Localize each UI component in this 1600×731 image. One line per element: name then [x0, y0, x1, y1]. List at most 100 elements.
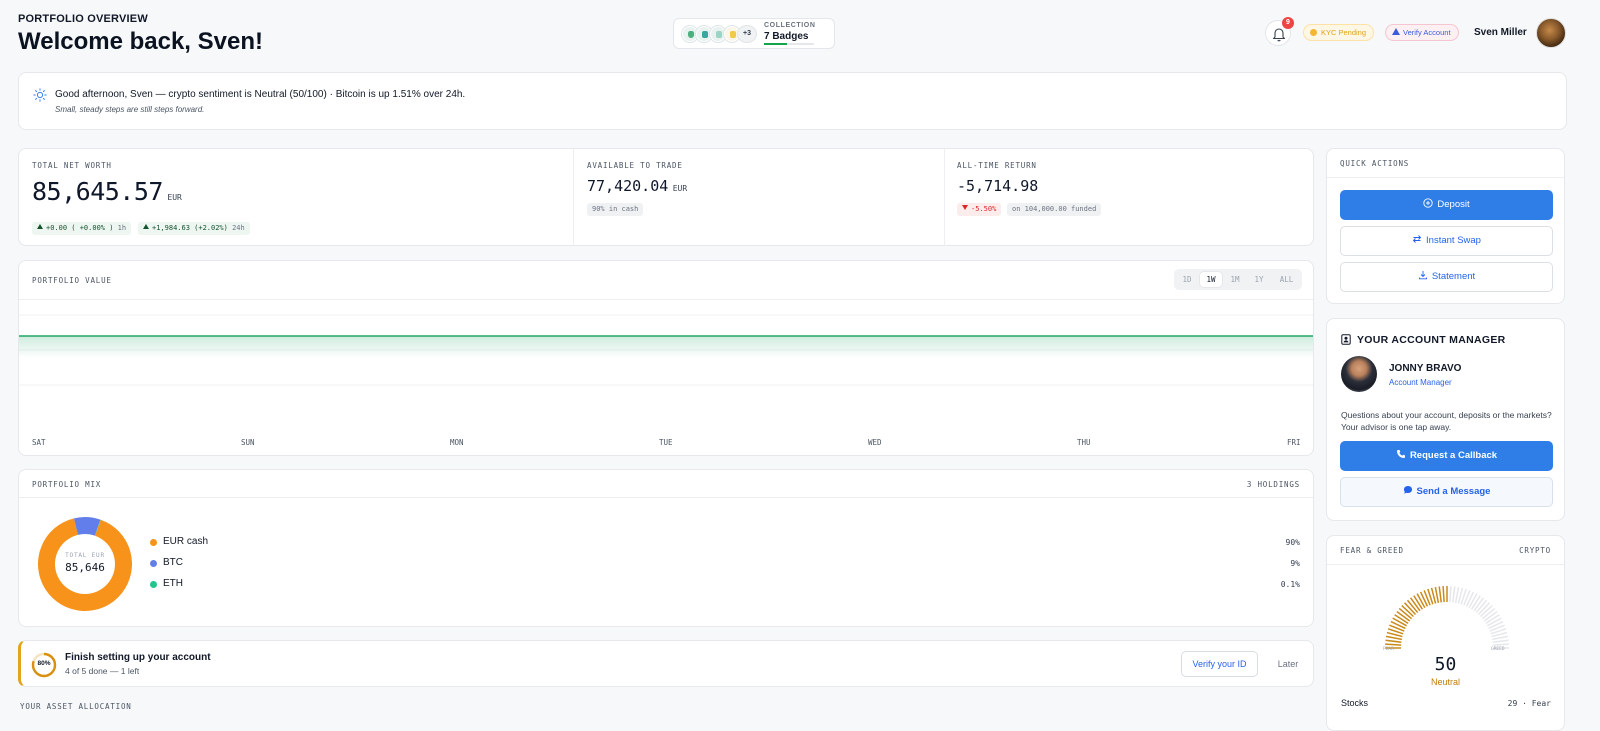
fear-greed-value: 50	[1434, 654, 1457, 675]
gauge-tick	[1454, 586, 1460, 603]
range-selector: 1D 1W 1M 1Y ALL	[1174, 269, 1302, 290]
instant-swap-label: Instant Swap	[1426, 235, 1481, 246]
statement-button[interactable]: Statement	[1340, 262, 1553, 292]
collection-progress	[764, 43, 814, 45]
return-pct-value: -5.50%	[971, 205, 997, 213]
portfolio-mix-label: PORTFOLIO MIX	[32, 480, 102, 489]
up-arrow-icon	[143, 224, 149, 229]
deposit-label: Deposit	[1437, 199, 1470, 210]
kyc-status-label: KYC Pending	[1321, 28, 1367, 37]
plus-circle-icon	[1423, 198, 1434, 208]
net-worth-unit: EUR	[167, 193, 182, 202]
pct-btc: 9%	[1290, 559, 1300, 568]
change-1h-chip: +0.00 ( +0.00% ) 1h	[32, 222, 132, 235]
later-button[interactable]: Later	[1273, 651, 1303, 677]
account-manager-card: YOUR ACCOUNT MANAGER JONNY BRAVO Account…	[1326, 318, 1565, 521]
statement-label: Statement	[1431, 271, 1476, 282]
range-1y[interactable]: 1Y	[1248, 272, 1270, 287]
fear-greed-tag: CRYPTO	[1519, 546, 1551, 555]
range-1m[interactable]: 1M	[1224, 272, 1246, 287]
gauge-tick	[1392, 617, 1408, 627]
available-value: 77,420.04	[587, 177, 669, 195]
available-unit: EUR	[672, 184, 688, 193]
portfolio-value-card: PORTFOLIO VALUE 1D 1W 1M 1Y ALL SAT SUN MO…	[18, 260, 1314, 456]
instant-swap-button[interactable]: Instant Swap	[1340, 226, 1553, 256]
gauge-tick	[1468, 593, 1478, 609]
sun-icon	[33, 88, 47, 102]
range-1w[interactable]: 1W	[1200, 272, 1222, 287]
fear-greed-classification: Neutral	[1430, 677, 1460, 687]
gauge-tick	[1434, 586, 1440, 603]
legend-btc-label: BTC	[163, 557, 183, 568]
donut-center-label: TOTAL EUR	[65, 552, 105, 559]
verify-id-button[interactable]: Verify your ID	[1181, 651, 1258, 677]
quick-actions-card: QUICK ACTIONS Deposit Instant Swap State…	[1326, 148, 1565, 304]
btc-dot-icon	[150, 560, 157, 567]
verify-account-label: Verify Account	[1403, 28, 1451, 37]
gauge-tick	[1385, 643, 1402, 646]
gauge-tick	[1442, 586, 1445, 603]
page-title: Welcome back, Sven!	[18, 28, 263, 55]
contact-card-icon	[1341, 334, 1351, 345]
gauge-tick	[1492, 643, 1509, 646]
page-kicker: PORTFOLIO OVERVIEW	[18, 13, 148, 25]
verify-account-pill[interactable]: Verify Account	[1385, 24, 1459, 41]
change-1h-period: 1h	[117, 224, 127, 232]
net-worth: 85,645.57 EUR	[32, 177, 182, 206]
send-message-button[interactable]: Send a Message	[1340, 477, 1553, 507]
collection-value: 7 Badges	[764, 31, 809, 42]
portfolio-value-label: PORTFOLIO VALUE	[32, 276, 112, 285]
fear-greed-card: FEAR & GREED CRYPTO FEAR GREED 50 Neutra…	[1326, 535, 1565, 731]
collection-label: COLLECTION	[764, 22, 816, 29]
range-1d[interactable]: 1D	[1176, 272, 1198, 287]
user-avatar[interactable]	[1536, 18, 1566, 48]
up-arrow-icon	[37, 224, 43, 229]
gauge-tick	[1486, 617, 1502, 627]
request-callback-label: Request a Callback	[1409, 450, 1498, 461]
notification-count-badge: 9	[1282, 17, 1294, 29]
chart-area-fill	[19, 336, 1313, 358]
portfolio-value-chart[interactable]	[19, 300, 1313, 430]
manager-name: JONNY BRAVO	[1389, 363, 1462, 374]
manager-avatar	[1341, 356, 1377, 392]
range-all[interactable]: ALL	[1273, 272, 1300, 287]
warning-triangle-icon	[1392, 28, 1400, 35]
gauge-fear-label: FEAR	[1383, 647, 1394, 652]
stats-card: TOTAL NET WORTH 85,645.57 EUR +0.00 ( +0…	[18, 148, 1314, 246]
greeting-text: Good afternoon, Sven — crypto sentiment …	[55, 89, 466, 100]
phone-icon	[1396, 450, 1405, 458]
stocks-value: 29 · Fear	[1507, 699, 1551, 708]
change-24h-period: 24h	[232, 224, 245, 232]
x-tick-fri: FRI	[1287, 438, 1301, 447]
return-value: -5,714.98	[957, 177, 1039, 195]
fear-greed-gauge	[1385, 586, 1509, 649]
legend-eur-cash-label: EUR cash	[163, 536, 209, 547]
x-tick-wed: WED	[868, 438, 882, 447]
setup-progress-label: 80%	[37, 660, 51, 667]
account-setup-card: 80% Finish setting up your account 4 of …	[18, 640, 1314, 687]
send-message-label: Send a Message	[1416, 486, 1491, 497]
download-icon	[1418, 271, 1427, 280]
gauge-tick	[1492, 639, 1509, 643]
manager-role: Account Manager	[1389, 378, 1452, 387]
net-worth-value: 85,645.57	[32, 177, 163, 206]
available: 77,420.04 EUR	[587, 177, 687, 196]
badges-more-count: +3	[738, 26, 756, 42]
pending-dot-icon	[1310, 29, 1317, 36]
setup-subtitle: 4 of 5 done — 1 left	[65, 666, 140, 676]
user-name[interactable]: Sven Miller	[1474, 27, 1527, 38]
gauge-tick	[1385, 635, 1402, 641]
kyc-status-pill: KYC Pending	[1303, 24, 1375, 41]
greeting-banner: Good afternoon, Sven — crypto sentiment …	[18, 72, 1567, 130]
swap-icon	[1412, 235, 1422, 243]
pct-eth: 0.1%	[1280, 580, 1300, 589]
x-tick-thu: THU	[1077, 438, 1091, 447]
badge-collection[interactable]: +3 COLLECTION 7 Badges	[673, 18, 835, 49]
gauge-tick	[1416, 593, 1426, 609]
deposit-button[interactable]: Deposit	[1340, 190, 1553, 220]
request-callback-button[interactable]: Request a Callback	[1340, 441, 1553, 471]
cash-share-chip: 90% in cash	[587, 203, 644, 216]
gauge-greed-label: GREED	[1491, 647, 1505, 652]
change-24h-value: +1,984.63 (+2.02%)	[152, 224, 228, 232]
eur-cash-dot-icon	[150, 539, 157, 546]
